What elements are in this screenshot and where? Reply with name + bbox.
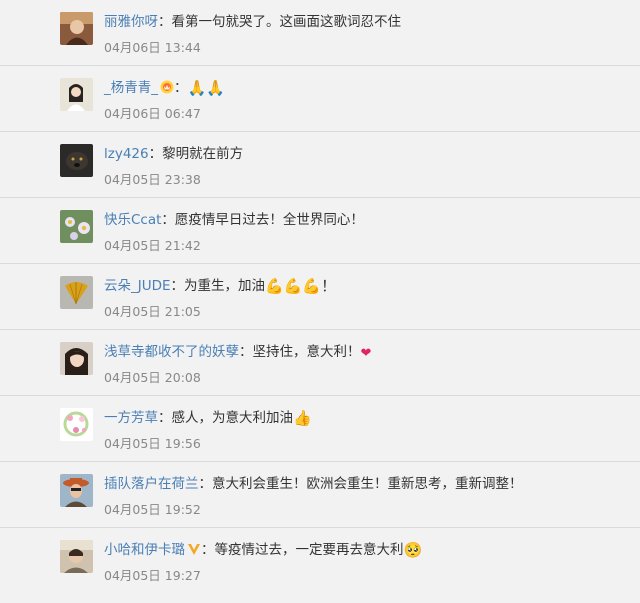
comment-item: 插队落户在荷兰：意大利会重生！欧洲会重生！重新思考，重新调整！ 04月05日 1… xyxy=(0,462,640,528)
crown-badge-icon xyxy=(160,80,174,94)
comment-text: 看第一句就哭了。这画面这歌词忍不住 xyxy=(171,14,402,30)
separator: ： xyxy=(198,476,213,492)
avatar[interactable] xyxy=(60,342,93,375)
avatar[interactable] xyxy=(60,210,93,243)
comment-item: 浅草寺都收不了的妖孽：坚持住，意大利！❤ 04月05日 20:08 xyxy=(0,330,640,396)
comment-text: 愿疫情早日过去！全世界同心！ xyxy=(174,212,364,228)
avatar[interactable] xyxy=(60,12,93,45)
comment-item: lzy426：黎明就在前方 04月05日 23:38 xyxy=(0,132,640,198)
vip-v-badge-icon xyxy=(187,542,201,556)
comment-list: 丽雅你呀：看第一句就哭了。这画面这歌词忍不住 04月06日 13:44 _杨青青… xyxy=(0,0,640,594)
username-link[interactable]: 云朵_JUDE xyxy=(104,278,171,294)
comment-time: 04月05日 23:38 xyxy=(104,172,201,187)
separator: ： xyxy=(148,146,163,162)
comment-time: 04月05日 19:27 xyxy=(104,568,201,583)
comment-time: 04月05日 21:42 xyxy=(104,238,201,253)
avatar[interactable] xyxy=(60,78,93,111)
comment-time: 04月05日 19:52 xyxy=(104,502,201,517)
separator: ： xyxy=(174,80,188,96)
comment-time: 04月05日 19:56 xyxy=(104,436,201,451)
comment-text: 坚持住，意大利！ xyxy=(252,344,361,360)
avatar[interactable] xyxy=(60,540,93,573)
comment-time: 04月05日 21:05 xyxy=(104,304,201,319)
comment-item: 一方芳草：感人，为意大利加油👍 04月05日 19:56 xyxy=(0,396,640,462)
username-link[interactable]: 丽雅你呀 xyxy=(104,14,158,30)
pleading-face-emoji-icon: 🥺 xyxy=(403,541,423,559)
comment-item: 快乐Ccat：愿疫情早日过去！全世界同心！ 04月05日 21:42 xyxy=(0,198,640,264)
avatar[interactable] xyxy=(60,276,93,309)
avatar[interactable] xyxy=(60,474,93,507)
comment-time: 04月05日 20:08 xyxy=(104,370,201,385)
separator: ： xyxy=(158,14,172,30)
comment-time: 04月06日 13:44 xyxy=(104,40,201,55)
comment-item: 丽雅你呀：看第一句就哭了。这画面这歌词忍不住 04月06日 13:44 xyxy=(0,0,640,66)
separator: ： xyxy=(201,542,215,558)
comment-text: 黎明就在前方 xyxy=(162,146,244,162)
username-link[interactable]: 插队落户在荷兰 xyxy=(104,476,199,492)
thumbs-up-emoji-icon: 👍 xyxy=(293,409,312,427)
comment-text: 为重生，加油 xyxy=(184,278,266,294)
avatar[interactable] xyxy=(60,408,93,441)
comment-item: 云朵_JUDE：为重生，加油💪💪💪！ 04月05日 21:05 xyxy=(0,264,640,330)
comment-text: 感人，为意大利加油 xyxy=(171,410,294,426)
username-link[interactable]: 一方芳草 xyxy=(104,410,158,426)
separator: ： xyxy=(161,212,175,228)
username-link[interactable]: _杨青青_ xyxy=(104,80,158,96)
separator: ： xyxy=(170,278,185,294)
username-link[interactable]: lzy426 xyxy=(104,146,149,162)
comment-time: 04月06日 06:47 xyxy=(104,106,201,121)
comment-text: 意大利会重生！欧洲会重生！重新思考，重新调整！ xyxy=(212,476,523,492)
username-link[interactable]: 小哈和伊卡璐 xyxy=(104,542,185,558)
muscle-emoji-icon: 💪💪💪！ xyxy=(265,277,337,295)
comment-item: 小哈和伊卡璐 ：等疫情过去，一定要再去意大利🥺 04月05日 19:27 xyxy=(0,528,640,594)
comment-text: 等疫情过去，一定要再去意大利 xyxy=(214,542,404,558)
separator: ： xyxy=(158,410,172,426)
separator: ： xyxy=(239,344,253,360)
avatar[interactable] xyxy=(60,144,93,177)
username-link[interactable]: 浅草寺都收不了的妖孽 xyxy=(104,344,239,360)
comment-item: _杨青青_ ：🙏🙏 04月06日 06:47 xyxy=(0,66,640,132)
username-link[interactable]: 快乐Ccat xyxy=(104,212,161,228)
heart-emoji-icon: ❤ xyxy=(360,346,372,361)
pray-emoji-icon: 🙏🙏 xyxy=(187,79,225,97)
